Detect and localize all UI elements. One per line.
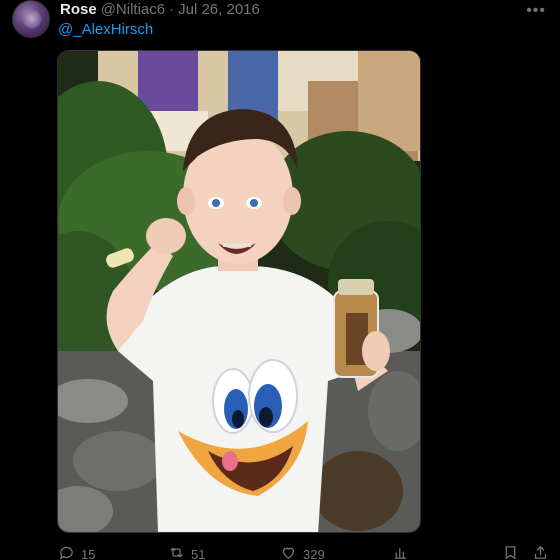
like-icon (280, 544, 297, 560)
reply-icon (58, 544, 75, 560)
share-icon (532, 544, 549, 560)
separator-dot: · (169, 1, 175, 18)
like-count: 329 (303, 546, 325, 560)
author-name[interactable]: Rose (60, 1, 97, 18)
retweet-icon (168, 544, 185, 560)
like-button[interactable]: 329 (280, 544, 325, 560)
author-handle[interactable]: @Niltiac6 (101, 1, 165, 18)
tweet-text-mention[interactable]: @_AlexHirsch (58, 21, 153, 38)
bookmark-icon (502, 544, 519, 560)
action-bar: 15 51 329 (58, 544, 558, 560)
retweet-count: 51 (191, 546, 206, 560)
views-icon (392, 544, 409, 560)
tweet-date[interactable]: Jul 26, 2016 (178, 1, 260, 18)
photo-child-with-jar (58, 51, 420, 532)
views-button[interactable] (392, 544, 409, 560)
more-options-icon[interactable]: ••• (526, 2, 546, 20)
avatar[interactable] (12, 0, 50, 38)
retweet-button[interactable]: 51 (168, 544, 205, 560)
tweet-photo[interactable] (57, 50, 421, 533)
share-button[interactable] (532, 544, 549, 560)
tweet: Rose @Niltiac6 · Jul 26, 2016 ••• @_Alex… (0, 0, 560, 560)
bookmark-button[interactable] (502, 544, 519, 560)
tweet-header: Rose @Niltiac6 · Jul 26, 2016 (60, 1, 260, 18)
reply-count: 15 (81, 546, 96, 560)
reply-button[interactable]: 15 (58, 544, 95, 560)
